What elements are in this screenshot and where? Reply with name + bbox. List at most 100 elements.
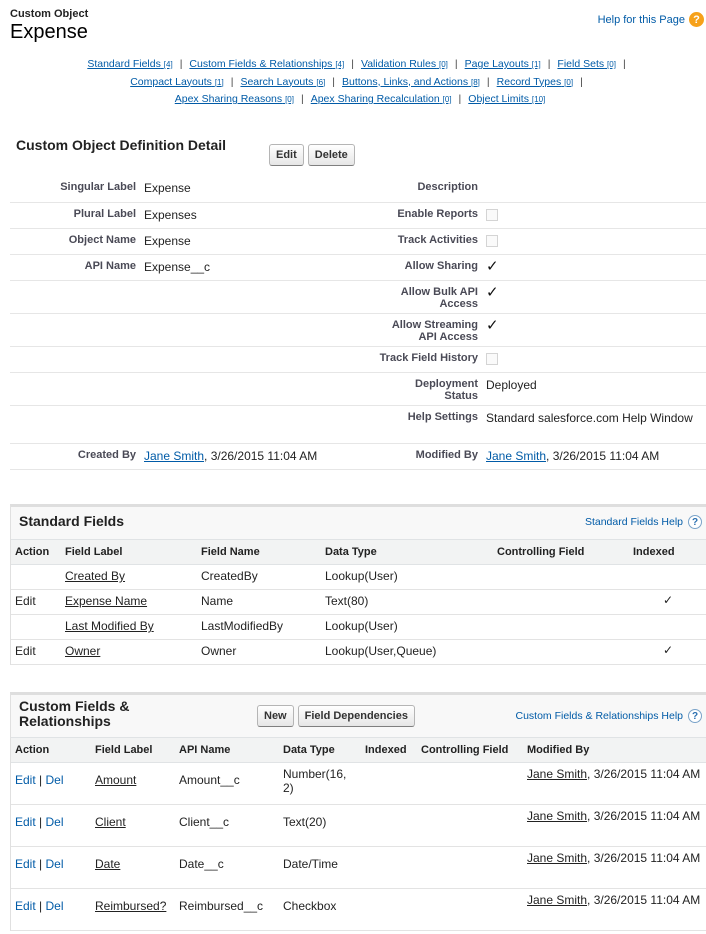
edit-link[interactable]: Edit <box>15 899 36 913</box>
detail-row: API Name Expense__c Allow Sharing ✓ <box>10 254 706 281</box>
link-search-layouts[interactable]: Search Layouts [6] <box>240 76 325 88</box>
edit-link[interactable]: Edit <box>15 773 36 787</box>
detail-row: Deployment Status Deployed <box>10 372 706 406</box>
edit-button[interactable]: Edit <box>269 144 304 166</box>
field-label-link[interactable]: Date <box>95 857 120 871</box>
field-label-link[interactable]: Expense Name <box>65 594 147 608</box>
modified-by-user-link[interactable]: Jane Smith <box>527 851 587 865</box>
related-links-line-1: Standard Fields [4] | Custom Fields & Rela… <box>87 58 626 70</box>
column-header: Controlling Field <box>417 737 523 763</box>
standard-fields-title: Standard Fields <box>19 513 125 529</box>
column-header: Field Name <box>197 539 321 565</box>
indexed <box>361 846 417 889</box>
description-value <box>482 176 706 203</box>
delete-link[interactable]: Del <box>45 857 63 871</box>
modified-date: , 3/26/2015 11:04 AM <box>587 767 701 781</box>
edit-link[interactable] <box>11 614 61 640</box>
created-by-user-link[interactable]: Jane Smith <box>144 449 204 463</box>
modified-by-user-link[interactable]: Jane Smith <box>527 809 587 823</box>
link-object-limits[interactable]: Object Limits [10] <box>468 93 545 105</box>
standard-fields-table: Action Field Label Field Name Data Type … <box>11 539 706 665</box>
field-label-link[interactable]: Reimbursed? <box>95 899 166 913</box>
field-name: CreatedBy <box>197 564 321 590</box>
modified-by-user-link[interactable]: Jane Smith <box>527 893 587 907</box>
table-row: Edit | Del Amount Amount__c Number(16, 2… <box>11 762 706 805</box>
modified-by-user-link[interactable]: Jane Smith <box>527 767 587 781</box>
edit-link[interactable]: Edit <box>11 589 61 615</box>
controlling-field <box>493 589 629 615</box>
controlling-field <box>417 846 523 889</box>
link-field-sets[interactable]: Field Sets [0] <box>557 58 616 70</box>
link-compact-layouts[interactable]: Compact Layouts [1] <box>130 76 224 88</box>
help-for-this-page-link[interactable]: Help for this Page ? <box>598 12 704 27</box>
modified-by-date: , 3/26/2015 11:04 AM <box>546 448 660 463</box>
table-header-row: Action Field Label Field Name Data Type … <box>11 539 706 565</box>
column-header: Data Type <box>321 539 493 565</box>
new-field-button[interactable]: New <box>257 705 294 727</box>
help-icon[interactable]: ? <box>688 515 702 529</box>
link-custom-fields[interactable]: Custom Fields & Relationships [4] <box>189 58 344 70</box>
column-header: Field Label <box>91 737 175 763</box>
custom-fields-help-link[interactable]: Custom Fields & Relationships Help ? <box>516 709 702 723</box>
link-apex-sharing-recalculation[interactable]: Apex Sharing Recalculation [0] <box>311 93 452 105</box>
plural-label-label: Plural Label <box>10 202 140 229</box>
field-label-link[interactable]: Client <box>95 815 126 829</box>
field-label-link[interactable]: Owner <box>65 644 100 658</box>
field-dependencies-button[interactable]: Field Dependencies <box>297 705 415 727</box>
enable-reports-label: Enable Reports <box>360 202 482 229</box>
delete-button[interactable]: Delete <box>307 144 355 166</box>
indexed-check-icon <box>629 564 706 590</box>
help-icon[interactable]: ? <box>689 12 704 27</box>
link-apex-sharing-reasons[interactable]: Apex Sharing Reasons [0] <box>175 93 294 105</box>
modified-date: , 3/26/2015 11:04 AM <box>587 851 701 865</box>
standard-fields-help-label[interactable]: Standard Fields Help <box>585 516 683 528</box>
field-name: LastModifiedBy <box>197 614 321 640</box>
modified-by-user-link[interactable]: Jane Smith <box>486 449 546 463</box>
help-for-this-page-label[interactable]: Help for this Page <box>598 14 685 26</box>
detail-buttons: Edit Delete <box>269 144 355 166</box>
standard-fields-section: Standard Fields Standard Fields Help ? A… <box>10 504 706 665</box>
edit-link[interactable]: Edit <box>15 815 36 829</box>
field-label-link[interactable]: Created By <box>65 569 125 583</box>
modified-date: , 3/26/2015 11:04 AM <box>587 893 701 907</box>
allow-bulk-api-label: Allow Bulk API Access <box>360 280 482 314</box>
object-definition-detail: Custom Object Definition Detail Edit Del… <box>10 136 706 470</box>
column-header: Modified By <box>523 737 706 763</box>
table-row: Edit Expense Name Name Text(80) ✓ <box>11 589 706 615</box>
custom-fields-section: Custom Fields & Relationships New Field … <box>10 692 706 931</box>
indexed <box>361 888 417 931</box>
delete-link[interactable]: Del <box>45 899 63 913</box>
help-icon[interactable]: ? <box>688 709 702 723</box>
api-name: Amount__c <box>175 762 279 805</box>
link-buttons-links-actions[interactable]: Buttons, Links, and Actions [8] <box>342 76 480 88</box>
edit-link[interactable]: Edit <box>11 639 61 665</box>
column-header: Controlling Field <box>493 539 629 565</box>
detail-row: Allow Bulk API Access ✓ <box>10 280 706 314</box>
controlling-field <box>417 888 523 931</box>
link-record-types[interactable]: Record Types [0] <box>497 76 573 88</box>
standard-fields-help-link[interactable]: Standard Fields Help ? <box>585 515 702 529</box>
table-row: Edit | Del Date Date__c Date/Time Jane S… <box>11 846 706 889</box>
detail-row: Help Settings Standard salesforce.com He… <box>10 405 706 444</box>
controlling-field <box>493 614 629 640</box>
delete-link[interactable]: Del <box>45 815 63 829</box>
description-label: Description <box>360 176 482 203</box>
column-header: Action <box>11 539 61 565</box>
field-label-link[interactable]: Amount <box>95 773 136 787</box>
track-field-history-label: Track Field History <box>360 346 482 373</box>
controlling-field <box>493 564 629 590</box>
detail-row: Plural Label Expenses Enable Reports <box>10 202 706 229</box>
allow-bulk-api-check-icon: ✓ <box>486 283 499 301</box>
link-page-layouts[interactable]: Page Layouts [1] <box>465 58 541 70</box>
allow-sharing-label: Allow Sharing <box>360 254 482 281</box>
link-validation-rules[interactable]: Validation Rules [0] <box>361 58 448 70</box>
page-header: Custom Object Expense Help for this Page… <box>10 8 704 52</box>
detail-row: Track Field History <box>10 346 706 373</box>
edit-link[interactable] <box>11 564 61 590</box>
field-label-link[interactable]: Last Modified By <box>65 619 154 633</box>
field-name: Name <box>197 589 321 615</box>
delete-link[interactable]: Del <box>45 773 63 787</box>
edit-link[interactable]: Edit <box>15 857 36 871</box>
custom-fields-help-label[interactable]: Custom Fields & Relationships Help <box>516 710 684 722</box>
link-standard-fields[interactable]: Standard Fields [4] <box>87 58 172 70</box>
